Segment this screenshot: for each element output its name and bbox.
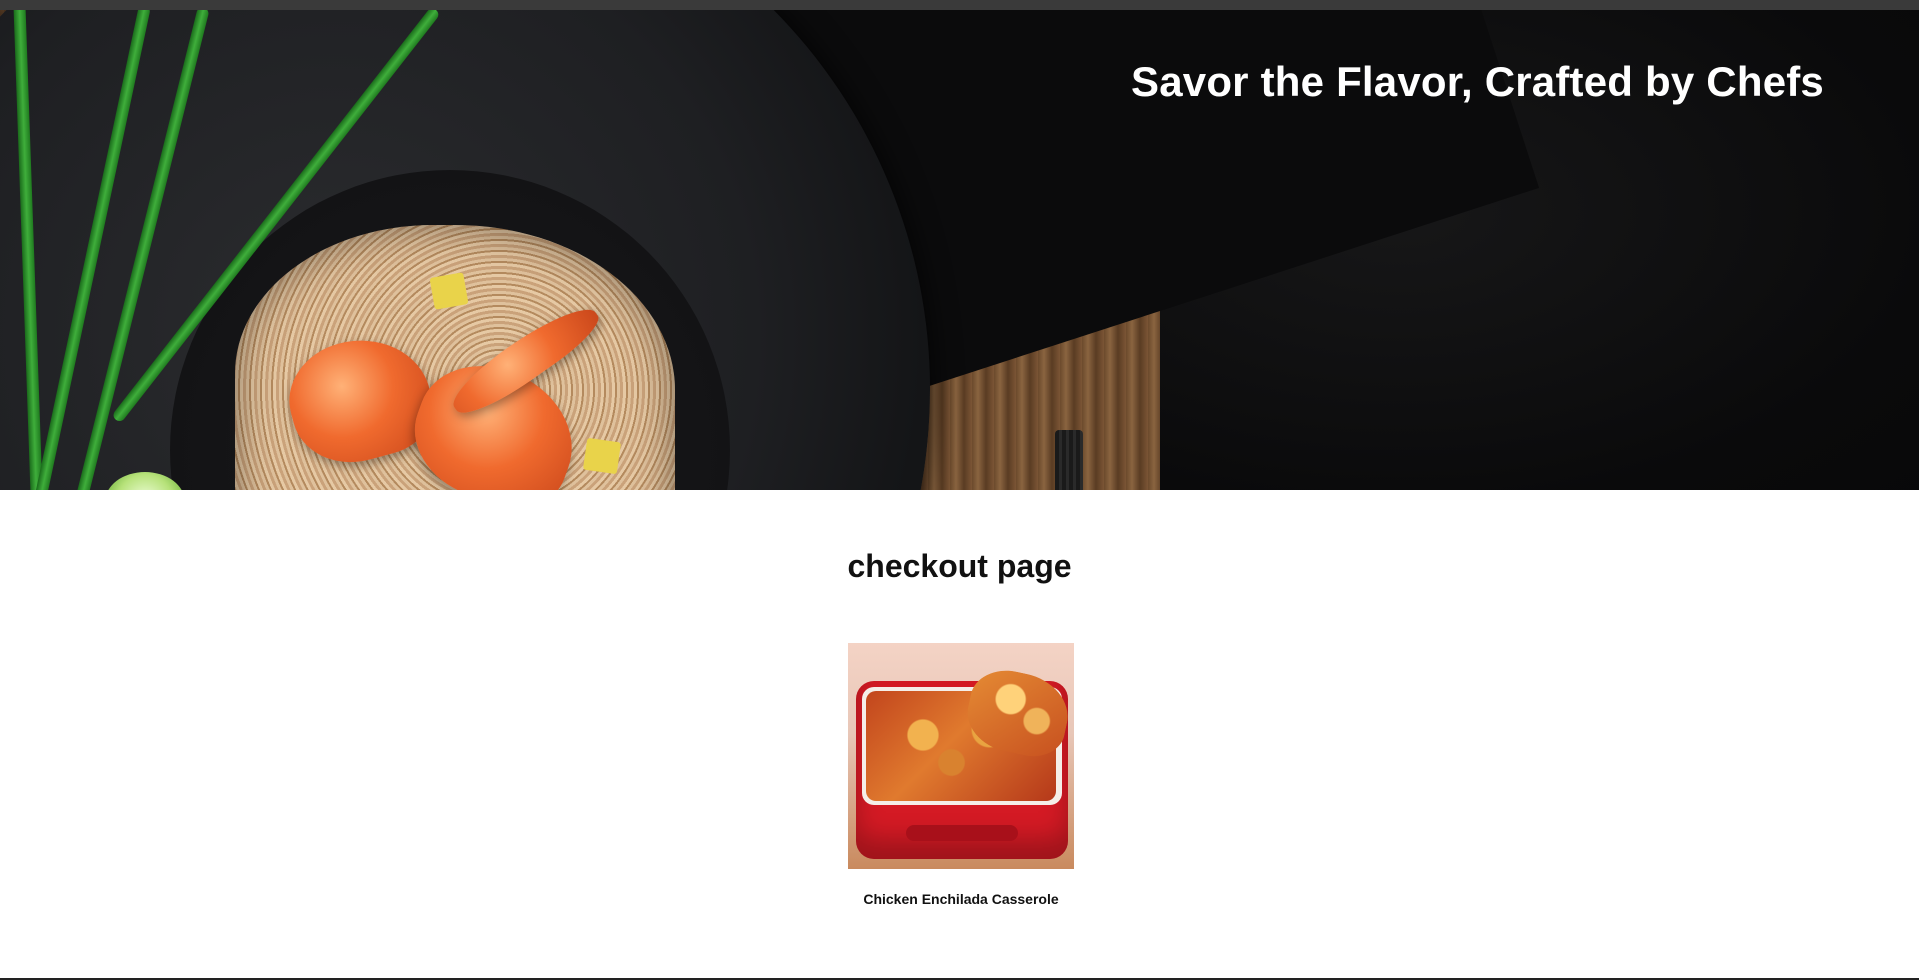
product-card[interactable]: Chicken Enchilada Casserole: [848, 643, 1074, 907]
fork: [1055, 430, 1083, 490]
tofu: [429, 272, 469, 310]
dish-handle: [906, 825, 1018, 841]
browser-top-strip: [0, 0, 1919, 10]
hero-title: Savor the Flavor, Crafted by Chefs: [1131, 58, 1824, 105]
product-name[interactable]: Chicken Enchilada Casserole: [848, 891, 1074, 907]
product-image[interactable]: [848, 643, 1074, 869]
hero-banner: Savor the Flavor, Crafted by Chefs: [0, 10, 1919, 490]
page-title: checkout page: [847, 548, 1072, 584]
tofu: [582, 437, 622, 475]
